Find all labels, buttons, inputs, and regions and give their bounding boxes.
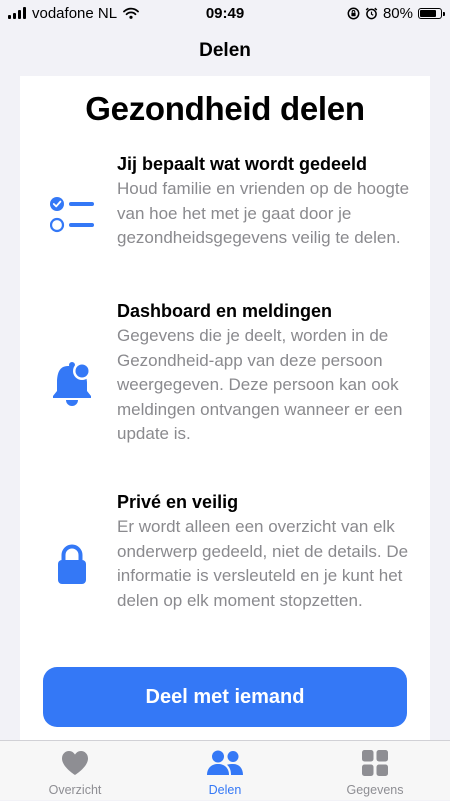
tab-bar: Overzicht Delen Gegevens	[0, 740, 450, 800]
tab-overzicht[interactable]: Overzicht	[20, 741, 130, 801]
tab-label: Overzicht	[48, 783, 102, 797]
feature-description: Houd familie en vrienden op de hoogte va…	[117, 179, 410, 247]
checklist-icon	[50, 197, 94, 233]
tab-delen[interactable]: Delen	[170, 741, 280, 801]
lock-icon	[58, 544, 86, 584]
heart-icon	[62, 751, 88, 775]
feature-title: Privé en veilig	[117, 492, 239, 512]
carrier-name: vodafone NL	[32, 4, 118, 22]
tab-label: Delen	[208, 783, 242, 797]
battery-percent: 80%	[382, 4, 413, 22]
feature-description: Gegevens die je deelt, worden in de Gezo…	[117, 326, 403, 443]
feature-text: Dashboard en meldingen Gegevens die je d…	[117, 299, 417, 447]
orientation-lock-icon	[347, 7, 360, 19]
status-left: vodafone NL	[8, 5, 139, 22]
bell-badge-icon	[53, 362, 91, 406]
battery-level-fill	[420, 9, 436, 17]
nav-bar: Delen	[0, 26, 450, 76]
battery-icon	[418, 7, 445, 19]
people-icon	[207, 750, 243, 775]
alarm-icon	[365, 7, 378, 19]
tab-label: Gegevens	[346, 783, 404, 797]
nav-title: Delen	[199, 40, 251, 61]
feature-text: Jij bepaalt wat wordt gedeeld Houd famil…	[117, 152, 417, 251]
status-bar: vodafone NL 09:49 80%	[0, 0, 450, 26]
grid-icon	[362, 750, 388, 776]
feature-text: Privé en veilig Er wordt alleen een over…	[117, 490, 417, 613]
feature-title: Jij bepaalt wat wordt gedeeld	[117, 154, 368, 174]
wifi-icon	[123, 7, 139, 19]
page-title: Gezondheid delen	[85, 90, 365, 127]
share-with-someone-button[interactable]: Deel met iemand	[43, 667, 407, 727]
tab-gegevens[interactable]: Gegevens	[320, 741, 430, 801]
signal-icon	[8, 7, 26, 19]
status-right: 80%	[347, 4, 445, 22]
feature-title: Dashboard en meldingen	[117, 301, 333, 321]
feature-description: Er wordt alleen een overzicht van elk on…	[117, 517, 409, 610]
